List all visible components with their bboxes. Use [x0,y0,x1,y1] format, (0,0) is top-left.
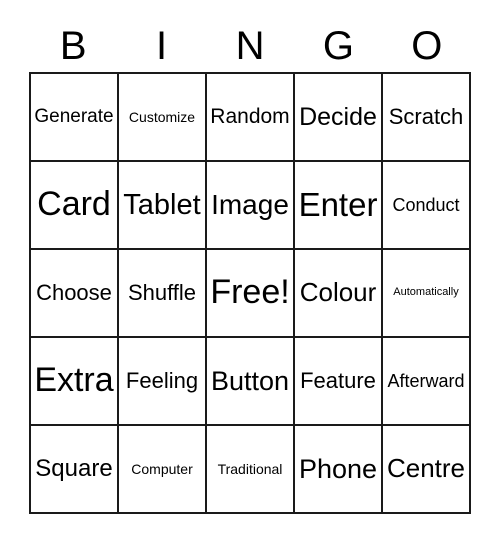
bingo-cell[interactable]: Feature [295,338,383,426]
bingo-cell-label: Extra [34,361,114,400]
bingo-cell-label: Conduct [392,194,460,215]
bingo-cell[interactable]: Afterward [383,338,471,426]
bingo-cell-label: Shuffle [127,280,197,306]
header-letter-o: O [411,24,443,68]
header-letter-g: G [322,24,354,68]
bingo-cell-label: Customize [128,108,196,125]
bingo-cell[interactable]: Image [207,162,295,250]
header-letter-b: B [59,24,87,68]
bingo-cell-label: Tablet [123,188,201,221]
bingo-cell[interactable]: Random [207,74,295,162]
bingo-cell[interactable]: Card [31,162,119,250]
header-letter-n: N [235,24,265,68]
bingo-cell-label: Feature [300,368,376,394]
bingo-cell-label: Decide [299,102,377,131]
bingo-cell[interactable]: Extra [31,338,119,426]
bingo-cell-label: Generate [34,106,114,128]
bingo-cell-label: Afterward [387,370,465,391]
bingo-cell-label: Card [37,185,111,224]
bingo-cell-label: Square [35,455,113,483]
bingo-cell[interactable]: Enter [295,162,383,250]
bingo-cell-label: Centre [386,453,466,484]
bingo-cell[interactable]: Conduct [383,162,471,250]
bingo-cell[interactable]: Automatically [383,250,471,338]
bingo-cell[interactable]: Choose [31,250,119,338]
bingo-cell-label: Scratch [388,104,464,130]
bingo-cell-label: Automatically [393,286,459,299]
bingo-cell[interactable]: Tablet [119,162,207,250]
bingo-cell-label: Image [211,189,289,221]
bingo-cell-label: Free! [210,273,290,312]
bingo-cell-label: Feeling [125,368,199,394]
bingo-cell[interactable]: Decide [295,74,383,162]
bingo-cell-label: Phone [298,453,378,484]
bingo-cell[interactable]: Colour [295,250,383,338]
header-letter-i: I [156,24,168,68]
bingo-cell[interactable]: Traditional [207,426,295,514]
bingo-cell[interactable]: Phone [295,426,383,514]
bingo-cell[interactable]: Computer [119,426,207,514]
bingo-cell-label: Choose [36,280,112,306]
bingo-cell[interactable]: Shuffle [119,250,207,338]
bingo-cell-label: Colour [299,277,377,308]
bingo-cell[interactable]: Free! [207,250,295,338]
bingo-card: B I N G O Generate Customize Random Decide S… [0,0,500,544]
bingo-cell[interactable]: Customize [119,74,207,162]
bingo-grid: Generate Customize Random Decide Scratch Card… [29,72,471,514]
bingo-cell-label: Traditional [217,460,283,477]
bingo-header-row: B I N G O [29,12,471,68]
bingo-cell[interactable]: Centre [383,426,471,514]
bingo-cell[interactable]: Square [31,426,119,514]
bingo-cell-label: Button [210,365,290,396]
bingo-cell[interactable]: Feeling [119,338,207,426]
bingo-cell-label: Enter [298,185,378,223]
bingo-cell-label: Random [210,104,290,128]
bingo-cell[interactable]: Scratch [383,74,471,162]
bingo-cell-label: Computer [131,460,193,477]
bingo-cell[interactable]: Button [207,338,295,426]
bingo-cell[interactable]: Generate [31,74,119,162]
